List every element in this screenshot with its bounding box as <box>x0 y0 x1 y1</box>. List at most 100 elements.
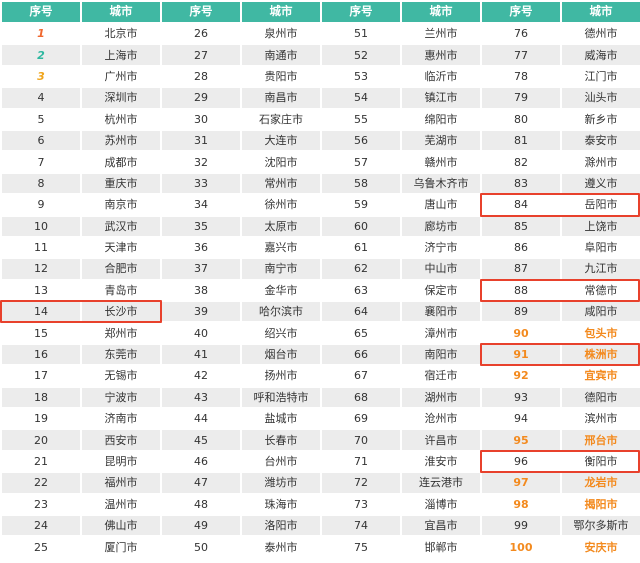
table-row: 9 南京市 34 徐州市 59 唐山市 84 岳阳市 <box>2 195 640 215</box>
rank-cell-40: 40 <box>162 323 240 343</box>
city-cell-71: 淮安市 <box>402 451 480 472</box>
city-cell-38: 金华市 <box>242 280 320 301</box>
rank-cell-91: 91 <box>482 344 560 365</box>
city-cell-69: 沧州市 <box>402 409 480 429</box>
city-cell-51: 兰州市 <box>402 24 480 44</box>
city-cell-56: 芜湖市 <box>402 130 480 151</box>
city-cell-49: 洛阳市 <box>242 515 320 536</box>
city-cell-65: 漳州市 <box>402 323 480 343</box>
rank-cell-28: 28 <box>162 66 240 87</box>
city-cell-86: 阜阳市 <box>562 237 640 258</box>
rank-cell-85: 85 <box>482 216 560 236</box>
city-cell-72: 连云港市 <box>402 473 480 493</box>
city-cell-12: 合肥市 <box>82 259 160 279</box>
rank-cell-1: 1 <box>2 24 80 44</box>
city-cell-60: 廊坊市 <box>402 216 480 236</box>
city-cell-31: 大连市 <box>242 130 320 151</box>
table-row: 24 佛山市 49 洛阳市 74 宜昌市 99 鄂尔多斯市 <box>2 515 640 536</box>
rank-cell-64: 64 <box>322 302 400 322</box>
rank-cell-82: 82 <box>482 152 560 172</box>
city-cell-44: 盐城市 <box>242 409 320 429</box>
rank-cell-52: 52 <box>322 45 400 65</box>
rank-cell-99: 99 <box>482 515 560 536</box>
rank-cell-30: 30 <box>162 109 240 129</box>
city-cell-78: 江门市 <box>562 66 640 87</box>
rank-cell-5: 5 <box>2 109 80 129</box>
rank-cell-57: 57 <box>322 152 400 172</box>
rank-cell-22: 22 <box>2 473 80 493</box>
rank-cell-55: 55 <box>322 109 400 129</box>
rank-cell-21: 21 <box>2 451 80 472</box>
city-cell-64: 襄阳市 <box>402 302 480 322</box>
city-cell-46: 台州市 <box>242 451 320 472</box>
city-cell-9: 南京市 <box>82 195 160 215</box>
table-row: 10 武汉市 35 太原市 60 廊坊市 85 上饶市 <box>2 216 640 236</box>
city-cell-75: 邯郸市 <box>402 537 480 557</box>
rank-cell-31: 31 <box>162 130 240 151</box>
city-cell-35: 太原市 <box>242 216 320 236</box>
rank-cell-70: 70 <box>322 430 400 450</box>
city-cell-1: 北京市 <box>82 24 160 44</box>
rank-cell-66: 66 <box>322 344 400 365</box>
rank-cell-46: 46 <box>162 451 240 472</box>
rank-cell-94: 94 <box>482 409 560 429</box>
rank-cell-68: 68 <box>322 387 400 408</box>
header-city-3: 城市 <box>402 2 480 22</box>
city-cell-94: 滨州市 <box>562 409 640 429</box>
rank-cell-54: 54 <box>322 88 400 108</box>
city-cell-98: 揭阳市 <box>562 494 640 514</box>
rank-cell-96: 96 <box>482 451 560 472</box>
city-cell-55: 绵阳市 <box>402 109 480 129</box>
city-cell-36: 嘉兴市 <box>242 237 320 258</box>
rank-cell-51: 51 <box>322 24 400 44</box>
rank-cell-42: 42 <box>162 366 240 386</box>
city-cell-43: 呼和浩特市 <box>242 387 320 408</box>
rank-cell-16: 16 <box>2 344 80 365</box>
city-cell-83: 遵义市 <box>562 173 640 194</box>
city-cell-21: 昆明市 <box>82 451 160 472</box>
city-cell-70: 许昌市 <box>402 430 480 450</box>
rank-cell-53: 53 <box>322 66 400 87</box>
city-cell-13: 青岛市 <box>82 280 160 301</box>
city-cell-97: 龙岩市 <box>562 473 640 493</box>
rank-cell-38: 38 <box>162 280 240 301</box>
city-ranking-table: 序号 城市 序号 城市 序号 城市 序号 城市 1 北京市 26 泉州市 51 兰州市 76… <box>0 0 640 559</box>
city-cell-79: 汕头市 <box>562 88 640 108</box>
table-row: 1 北京市 26 泉州市 51 兰州市 76 德州市 <box>2 24 640 44</box>
table-row: 17 无锡市 42 扬州市 67 宿迁市 92 宜宾市 <box>2 366 640 386</box>
rank-cell-76: 76 <box>482 24 560 44</box>
header-rank-2: 序号 <box>162 2 240 22</box>
rank-cell-18: 18 <box>2 387 80 408</box>
rank-cell-78: 78 <box>482 66 560 87</box>
city-cell-23: 温州市 <box>82 494 160 514</box>
rank-cell-80: 80 <box>482 109 560 129</box>
city-cell-42: 扬州市 <box>242 366 320 386</box>
city-cell-41: 烟台市 <box>242 344 320 365</box>
rank-cell-58: 58 <box>322 173 400 194</box>
rank-cell-41: 41 <box>162 344 240 365</box>
rank-cell-60: 60 <box>322 216 400 236</box>
rank-cell-12: 12 <box>2 259 80 279</box>
city-cell-59: 唐山市 <box>402 195 480 215</box>
city-cell-63: 保定市 <box>402 280 480 301</box>
city-cell-37: 南宁市 <box>242 259 320 279</box>
rank-cell-35: 35 <box>162 216 240 236</box>
table-row: 14 长沙市 39 哈尔滨市 64 襄阳市 89 咸阳市 <box>2 302 640 322</box>
rank-cell-37: 37 <box>162 259 240 279</box>
rank-cell-87: 87 <box>482 259 560 279</box>
rank-cell-29: 29 <box>162 88 240 108</box>
rank-cell-7: 7 <box>2 152 80 172</box>
rank-cell-84: 84 <box>482 195 560 215</box>
city-cell-84: 岳阳市 <box>562 195 640 215</box>
table-row: 15 郑州市 40 绍兴市 65 漳州市 90 包头市 <box>2 323 640 343</box>
rank-cell-26: 26 <box>162 24 240 44</box>
rank-cell-63: 63 <box>322 280 400 301</box>
rank-cell-33: 33 <box>162 173 240 194</box>
rank-cell-20: 20 <box>2 430 80 450</box>
city-cell-52: 惠州市 <box>402 45 480 65</box>
rank-cell-98: 98 <box>482 494 560 514</box>
rank-cell-86: 86 <box>482 237 560 258</box>
rank-cell-17: 17 <box>2 366 80 386</box>
city-cell-92: 宜宾市 <box>562 366 640 386</box>
city-cell-77: 威海市 <box>562 45 640 65</box>
